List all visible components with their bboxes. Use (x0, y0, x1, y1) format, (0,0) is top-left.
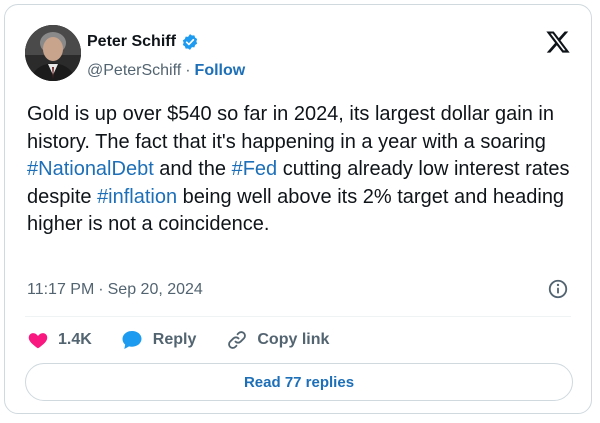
hashtag-link[interactable]: #inflation (97, 186, 177, 208)
tweet-date: Sep 20, 2024 (107, 281, 203, 298)
heart-icon (28, 333, 48, 349)
handle-separator: · (185, 62, 191, 79)
author-name-row: Peter Schiff (87, 33, 199, 51)
reply-icon (122, 331, 142, 349)
like-button[interactable]: 1.4K (27, 329, 92, 351)
action-bar: 1.4K Reply Copy link (27, 327, 329, 353)
like-count: 1.4K (58, 331, 92, 348)
verified-badge-icon (182, 34, 198, 50)
avatar[interactable] (25, 25, 81, 81)
tweet-text-segment: and the (153, 158, 232, 180)
tweet-timestamp[interactable]: 11:17 PM · Sep 20, 2024 (27, 281, 203, 299)
hashtag-link[interactable]: #Fed (232, 158, 278, 180)
copy-link-label: Copy link (257, 331, 330, 348)
info-icon[interactable] (547, 278, 569, 300)
tweet-text: Gold is up over $540 so far in 2024, its… (27, 101, 575, 239)
reply-button[interactable]: Reply (120, 329, 197, 351)
read-replies-label: Read 77 replies (243, 373, 355, 391)
link-icon (228, 331, 247, 349)
hashtag-link[interactable]: #NationalDebt (27, 158, 154, 180)
reply-label: Reply (152, 331, 197, 348)
x-logo-icon[interactable] (545, 29, 571, 55)
divider (25, 316, 571, 317)
timestamp-separator: · (98, 281, 104, 298)
tweet-text-segment: Gold is up over $540 so far in 2024, its… (27, 103, 554, 153)
tweet-card: Peter Schiff @PeterSchiff · Follow Gold … (4, 4, 592, 414)
copy-link-button[interactable]: Copy link (226, 329, 329, 351)
follow-button[interactable]: Follow (195, 62, 246, 80)
author-name[interactable]: Peter Schiff (87, 33, 176, 51)
read-replies-button[interactable]: Read 77 replies (25, 363, 573, 401)
author-handle[interactable]: @PeterSchiff (87, 62, 181, 80)
tweet-time: 11:17 PM (27, 281, 95, 298)
author-handle-row: @PeterSchiff · Follow (87, 62, 245, 80)
